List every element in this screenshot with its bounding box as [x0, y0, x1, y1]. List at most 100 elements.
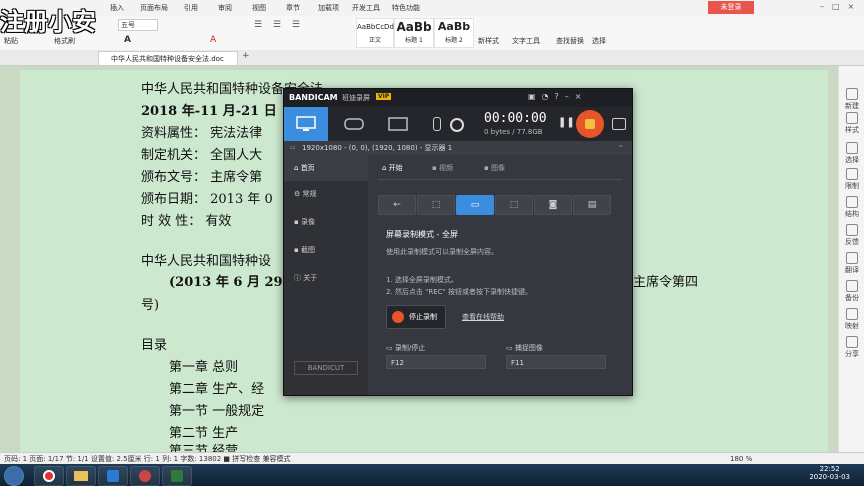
- menu-developer[interactable]: 开发工具: [352, 3, 380, 13]
- style-normal[interactable]: AaBbCcDd 正文: [356, 18, 394, 48]
- menu-bar: 插入 页面布局 引用 审阅 视图 章节 加载项 开发工具 特色功能 未登录 –□…: [0, 0, 864, 17]
- taskbar-record-app[interactable]: [34, 466, 64, 486]
- sidebar-item-about[interactable]: ⓘ 关于: [284, 265, 368, 291]
- bandicam-titlebar[interactable]: BANDICAM 班迪录屏 VIP ▣◔?–×: [284, 89, 632, 107]
- restrict-icon: [846, 168, 858, 180]
- taskbar: 22:52 2020-03-03: [0, 464, 864, 486]
- bandicut-button[interactable]: BANDICUT: [294, 361, 358, 375]
- bandicam-brand-sub: 班迪录屏: [342, 94, 370, 102]
- doc-line: 第一章 总则: [169, 360, 239, 375]
- pause-icon[interactable]: ❚❚: [558, 117, 575, 128]
- structure-icon: [846, 196, 858, 208]
- select-button[interactable]: 选择: [592, 36, 606, 46]
- video-icon: ▪: [294, 218, 299, 226]
- document-tab[interactable]: 中华人民共和国特种设备安全法.doc: [98, 51, 238, 65]
- text-color-button[interactable]: A: [210, 35, 216, 45]
- taskbar-app[interactable]: [98, 466, 128, 486]
- menu-review[interactable]: 审阅: [218, 3, 232, 13]
- online-help-link[interactable]: 查看在线帮助: [462, 312, 504, 322]
- game-mode-button[interactable]: [332, 107, 376, 141]
- menu-insert[interactable]: 插入: [110, 3, 124, 13]
- menu-page-layout[interactable]: 页面布局: [140, 3, 168, 13]
- new-style-button[interactable]: 新样式: [478, 36, 499, 46]
- rect-area-button[interactable]: ⬚: [417, 195, 455, 215]
- sidebar-item-general[interactable]: ⚙ 常规: [284, 181, 368, 207]
- doc-line: 目录: [141, 338, 168, 353]
- panel-backup[interactable]: 备份: [839, 280, 864, 303]
- device-button[interactable]: ▤: [573, 195, 611, 215]
- panel-structure[interactable]: 结构: [839, 196, 864, 219]
- screen-mode-button[interactable]: [284, 107, 328, 141]
- home-icon: ⌂: [294, 164, 299, 172]
- taskbar-explorer[interactable]: [66, 466, 96, 486]
- format-painter-button[interactable]: 格式刷: [54, 36, 75, 46]
- menu-chapter[interactable]: 章节: [286, 3, 300, 13]
- text-tools-button[interactable]: 文字工具: [512, 36, 540, 46]
- panel-restrict[interactable]: 限制: [839, 168, 864, 191]
- stop-icon: [392, 311, 404, 323]
- panel-new[interactable]: 新建: [839, 88, 864, 111]
- style-icon: [846, 112, 858, 124]
- capture-info-text: 1920x1080 - (0, 0), (1920, 1080) - 显示器 1: [302, 144, 453, 152]
- panel-share[interactable]: 分享: [839, 336, 864, 359]
- menu-features[interactable]: 特色功能: [392, 3, 420, 13]
- tab-image[interactable]: ▪ 图像: [484, 163, 505, 173]
- hotkey-field-capture[interactable]: F11: [506, 355, 606, 369]
- doc-line: 制定机关： 全国人大: [141, 148, 263, 163]
- camera-icon[interactable]: [612, 118, 626, 130]
- window-controls[interactable]: –□×: [820, 2, 862, 11]
- panel-translate[interactable]: 翻译: [839, 252, 864, 275]
- doc-line: 号): [141, 298, 160, 313]
- login-button[interactable]: 未登录: [708, 1, 754, 14]
- vip-badge[interactable]: VIP: [376, 93, 392, 100]
- sidebar-item-home[interactable]: ⌂ 首页: [284, 155, 368, 181]
- fullscreen-mode-button[interactable]: ▭: [456, 195, 494, 215]
- tab-video[interactable]: ▪ 视频: [432, 163, 453, 173]
- bandicam-main-panel: ⌂ 开始 ▪ 视频 ▪ 图像 ← ⬚ ▭ ⬚ ◙ ▤ 屏幕录制模式 - 全屏 使…: [368, 155, 632, 395]
- menu-view[interactable]: 视图: [252, 3, 266, 13]
- panel-feedback[interactable]: 反馈: [839, 224, 864, 247]
- style-heading1[interactable]: AaBb 标题 1: [394, 18, 434, 48]
- webcam-icon[interactable]: [444, 107, 470, 141]
- new-icon: [846, 88, 858, 100]
- doc-line: 颁布日期： 2013 年 0: [141, 192, 273, 207]
- new-tab-icon[interactable]: +: [242, 51, 250, 61]
- paragraph-tools[interactable]: ☰ ☰ ☰: [254, 20, 304, 30]
- menu-references[interactable]: 引用: [184, 3, 198, 13]
- game-button[interactable]: ◙: [534, 195, 572, 215]
- font-size-select[interactable]: 五号: [118, 19, 158, 31]
- tab-start[interactable]: ⌂ 开始: [382, 163, 403, 173]
- gear-icon: ⚙: [294, 190, 301, 198]
- paste-button[interactable]: 粘贴: [4, 36, 18, 46]
- sidebar-item-video[interactable]: ▪ 录像: [284, 209, 368, 235]
- stop-record-button[interactable]: 停止录制: [386, 305, 446, 329]
- font-color-button[interactable]: A: [124, 35, 131, 45]
- watermark-text: 注册小安: [0, 8, 96, 36]
- hotkey-field-record[interactable]: F12: [386, 355, 486, 369]
- step-1: 1. 选择全屏录制模式。: [386, 276, 458, 284]
- sidebar-item-image[interactable]: ▪ 截图: [284, 237, 368, 263]
- style-heading2[interactable]: AaBb 标题 2: [434, 18, 474, 48]
- cursor-area-button[interactable]: ⬚: [495, 195, 533, 215]
- doc-line-fragment: 主席令第四: [633, 275, 699, 290]
- mode-description: 使用此录制模式可以录制全屏内容。: [386, 248, 498, 256]
- bandicam-window-controls[interactable]: ▣◔?–×: [528, 92, 588, 101]
- start-button[interactable]: [4, 466, 24, 486]
- panel-style[interactable]: 样式: [839, 112, 864, 135]
- hotkey-label-capture: ▭ 捕捉图像: [506, 344, 543, 352]
- doc-line: 第二节 生产: [169, 426, 239, 441]
- taskbar-clock[interactable]: 22:52 2020-03-03: [809, 465, 850, 481]
- panel-map[interactable]: 映射: [839, 308, 864, 331]
- doc-line: 时 效 性： 有效: [141, 214, 232, 229]
- device-mode-button[interactable]: [376, 107, 420, 141]
- taskbar-app-2[interactable]: [130, 466, 160, 486]
- back-button[interactable]: ←: [378, 195, 416, 215]
- doc-line: 第一节 一般规定: [169, 404, 265, 419]
- taskbar-app-3[interactable]: [162, 466, 192, 486]
- panel-select[interactable]: 选择: [839, 142, 864, 165]
- menu-addins[interactable]: 加载项: [318, 3, 339, 13]
- collapse-icon[interactable]: ⌃: [618, 141, 624, 155]
- find-replace-button[interactable]: 查找替换: [556, 36, 584, 46]
- rec-button[interactable]: [576, 110, 604, 138]
- bandicam-brand: BANDICAM: [289, 93, 338, 102]
